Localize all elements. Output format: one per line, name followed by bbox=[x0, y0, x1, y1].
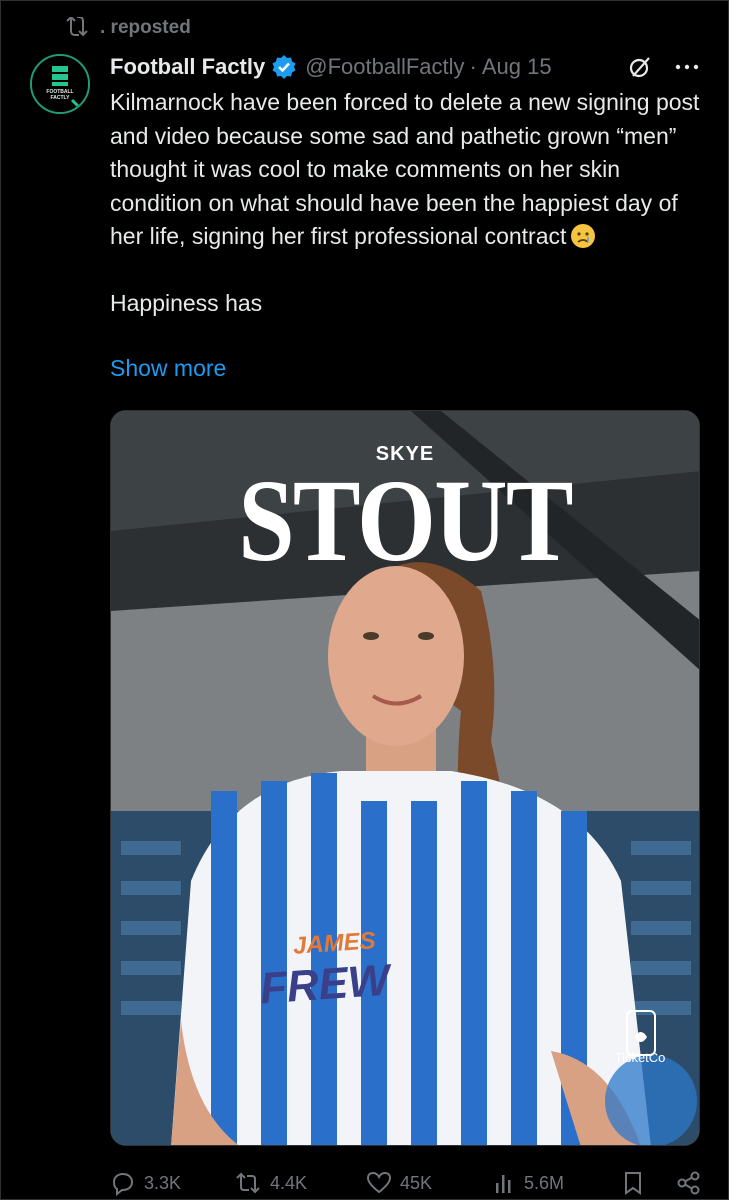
repost-action-icon bbox=[236, 1172, 260, 1194]
ticketco-badge: TicketCo bbox=[614, 1050, 666, 1065]
sponsor-text-top: JAMES bbox=[292, 927, 377, 960]
repost-count: 4.4K bbox=[270, 1172, 308, 1193]
football-factly-logo-icon: FOOTBALL FACTLY bbox=[32, 56, 88, 112]
header-icons bbox=[627, 50, 699, 84]
author-name[interactable]: Football Factly bbox=[110, 54, 265, 80]
repost-button[interactable]: 4.4K bbox=[234, 1166, 307, 1200]
reply-icon bbox=[112, 1172, 134, 1196]
repost-label: . reposted bbox=[100, 17, 191, 38]
share-button[interactable] bbox=[676, 1166, 702, 1200]
tweet-continuation: Happiness has bbox=[110, 290, 263, 316]
share-icon bbox=[677, 1171, 700, 1195]
like-count: 45K bbox=[400, 1172, 433, 1193]
views-icon bbox=[496, 1175, 511, 1193]
crying-face-emoji-icon bbox=[571, 224, 596, 248]
svg-text:FACTLY: FACTLY bbox=[51, 95, 71, 101]
show-more-link[interactable]: Show more bbox=[110, 355, 226, 382]
bookmark-button[interactable] bbox=[622, 1166, 644, 1200]
heart-icon bbox=[366, 1171, 392, 1194]
action-bar: 3.3K 4.4K 45K 5.6M bbox=[110, 1166, 702, 1200]
header-separator: · bbox=[469, 54, 477, 79]
like-button[interactable]: 45K bbox=[366, 1166, 432, 1200]
avatar[interactable]: FOOTBALL FACTLY bbox=[30, 54, 90, 114]
bookmark-icon bbox=[625, 1172, 641, 1195]
tweet-media-image[interactable]: SKYE STOUT bbox=[110, 410, 700, 1146]
repost-icon bbox=[66, 17, 88, 37]
reply-button[interactable]: 3.3K bbox=[110, 1166, 181, 1200]
repost-banner: . reposted bbox=[62, 14, 191, 42]
author-handle[interactable]: @FootballFactly bbox=[305, 54, 464, 80]
more-options-icon[interactable] bbox=[675, 63, 699, 71]
overlay-last-name: STOUT bbox=[238, 455, 573, 586]
tweet-header: Football Factly @FootballFactly · Aug 15 bbox=[110, 50, 699, 84]
tweet-date[interactable]: Aug 15 bbox=[482, 54, 552, 80]
reply-count: 3.3K bbox=[144, 1172, 182, 1193]
grok-icon[interactable] bbox=[627, 54, 653, 80]
views-button[interactable]: 5.6M bbox=[494, 1166, 564, 1200]
tweet-body: Kilmarnock have been forced to delete a … bbox=[110, 86, 700, 321]
tweet-text: Kilmarnock have been forced to delete a … bbox=[110, 89, 700, 249]
verified-badge-icon bbox=[271, 54, 297, 80]
sponsor-text-bottom: FREW bbox=[258, 955, 392, 1014]
views-count: 5.6M bbox=[524, 1172, 565, 1193]
